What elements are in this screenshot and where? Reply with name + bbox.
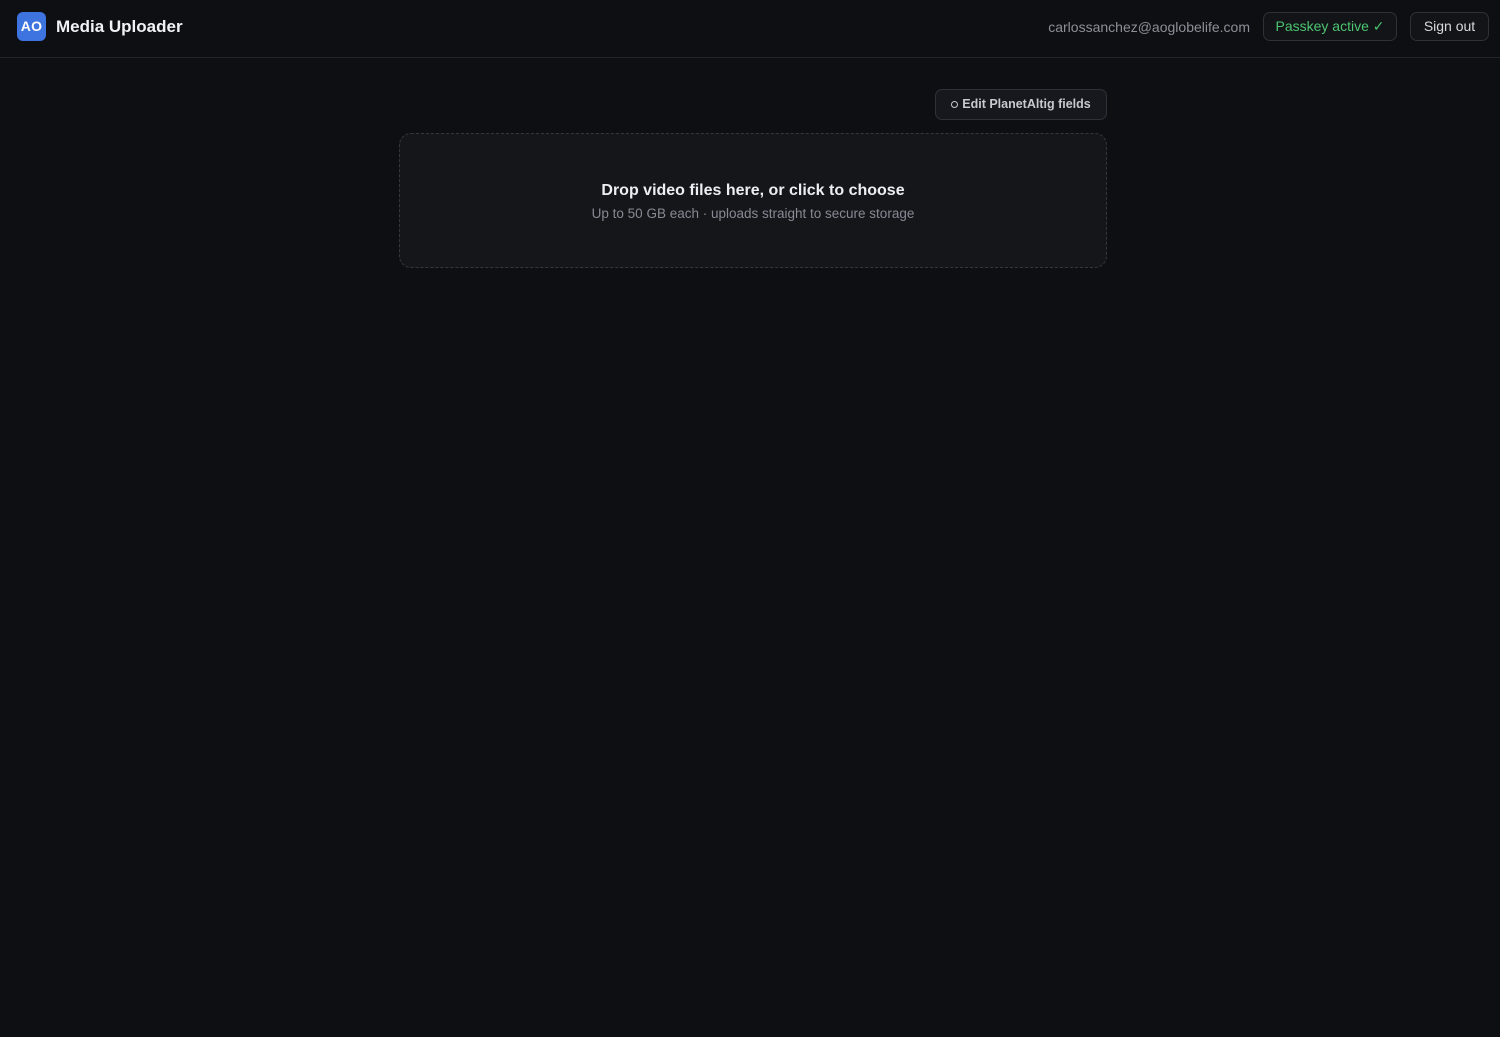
edit-fields-button[interactable]: Edit PlanetAltig fields bbox=[935, 89, 1107, 120]
app-logo: AO bbox=[17, 12, 46, 41]
file-dropzone[interactable]: Drop video files here, or click to choos… bbox=[399, 133, 1107, 268]
dropzone-title: Drop video files here, or click to choos… bbox=[601, 182, 905, 199]
circle-icon bbox=[951, 101, 959, 108]
dropzone-subtitle: Up to 50 GB each · uploads straight to s… bbox=[591, 206, 915, 221]
passkey-status-badge: Passkey active ✓ bbox=[1263, 12, 1397, 41]
sign-out-button[interactable]: Sign out bbox=[1410, 12, 1489, 41]
top-bar: AO Media Uploader carlossanchez@aoglobel… bbox=[0, 0, 1500, 58]
user-email: carlossanchez@aoglobelife.com bbox=[1048, 19, 1250, 35]
app-title: Media Uploader bbox=[56, 17, 183, 36]
edit-fields-label: Edit PlanetAltig fields bbox=[962, 97, 1091, 111]
